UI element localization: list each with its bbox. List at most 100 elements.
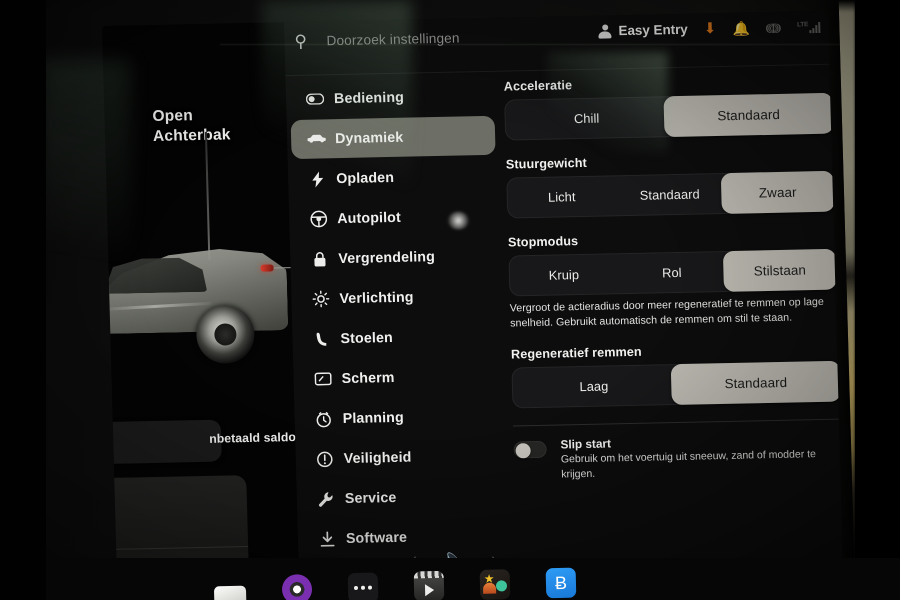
network-label: LTE	[796, 20, 809, 28]
sun-icon	[307, 290, 333, 308]
shape-orange	[482, 582, 497, 594]
setting-slip-start: Slip start Gebruik om het voertuig uit s…	[513, 432, 840, 483]
car-wheel	[195, 304, 256, 365]
stopping-mode-option-kruip[interactable]: Kruip	[509, 254, 618, 295]
steering-title: Stuurgewicht	[505, 155, 588, 172]
network-status: LTE	[796, 20, 821, 33]
display-icon	[309, 372, 335, 386]
regen-braking-option-laag[interactable]: Laag	[512, 365, 675, 407]
sidebar-item-service[interactable]: Service	[300, 476, 505, 519]
gallery-app-icon[interactable]: ★	[479, 569, 511, 600]
settings-sheet: ⚲ Doorzoek instellingen Easy Entry ⬇ 🔔 ↈ…	[283, 10, 845, 600]
photo-left-black-edge	[0, 0, 46, 600]
sidebar-item-label: Opladen	[335, 169, 395, 187]
sidebar-item-bediening[interactable]: Bediening	[290, 76, 495, 119]
sidebar-item-label: Verlichting	[339, 289, 414, 307]
open-trunk-line2: Achterbak	[152, 126, 231, 146]
steering-segmented-control[interactable]: Licht Standaard Zwaar	[506, 170, 835, 219]
sidebar-item-vergrendeling[interactable]: Vergrendeling	[294, 236, 499, 279]
download-icon[interactable]: ⬇	[704, 20, 717, 37]
card-app-icon[interactable]	[213, 585, 247, 600]
steering-option-standaard[interactable]: Standaard	[615, 174, 724, 215]
unpaid-balance-label: nbetaald saldo	[209, 430, 297, 446]
screen-reflection-line	[220, 44, 840, 45]
profile-button[interactable]: Easy Entry	[598, 22, 688, 39]
settings-sidebar: Bediening Dynamiek Opladen Autopilot Vergren…	[286, 76, 512, 600]
profile-name: Easy Entry	[618, 21, 688, 39]
sidebar-item-label: Veiligheid	[343, 449, 412, 467]
bluetooth-app-icon[interactable]: Ƀ	[545, 567, 577, 599]
stopping-mode-description: Vergroot de actieradius door meer regene…	[509, 295, 825, 330]
acceleration-option-chill[interactable]: Chill	[505, 97, 668, 139]
slip-start-text: Slip start Gebruik om het voertuig uit s…	[560, 432, 840, 482]
stopping-mode-segmented-control[interactable]: Kruip Rol Stilstaan	[508, 248, 837, 297]
steering-option-zwaar[interactable]: Zwaar	[720, 170, 835, 214]
car-visualization-panel: Open Achterbak ⚡ nbetaald saldo Ⅳ ⚲	[102, 22, 319, 600]
slip-start-toggle[interactable]	[513, 440, 547, 459]
app-dock: ★ Ƀ	[0, 558, 900, 600]
media-app-icon[interactable]	[413, 570, 445, 600]
slip-start-description: Gebruik om het voertuig uit sneeuw, zand…	[560, 448, 817, 481]
sidebar-item-veiligheid[interactable]: Veiligheid	[299, 436, 504, 479]
setting-acceleration: Acceleratie Chill Standaard	[503, 73, 834, 141]
sidebar-item-planning[interactable]: Planning	[298, 396, 503, 439]
acceleration-segmented-control[interactable]: Chill Standaard	[504, 92, 834, 141]
setting-regen-braking: Regeneratief remmen Laag Standaard	[510, 341, 842, 409]
setting-steering: Stuurgewicht Licht Standaard Zwaar	[505, 151, 835, 219]
more-app-icon[interactable]	[347, 572, 379, 600]
acceleration-option-standaard[interactable]: Standaard	[663, 92, 834, 138]
photo-right-black-edge	[855, 0, 900, 600]
bluetooth-glyph: Ƀ	[554, 572, 568, 594]
car-render	[102, 228, 299, 365]
regen-braking-segmented-control[interactable]: Laag Standaard	[511, 360, 842, 409]
sidebar-item-dynamiek[interactable]: Dynamiek	[290, 115, 496, 160]
lock-icon	[306, 251, 332, 268]
unpaid-balance-pill[interactable]	[102, 419, 222, 465]
sidebar-item-label: Scherm	[341, 369, 395, 387]
seat-icon	[308, 331, 334, 348]
search-input[interactable]: Doorzoek instellingen	[326, 31, 460, 49]
wrench-icon	[313, 491, 339, 508]
purple-app-icon[interactable]	[281, 574, 313, 600]
search-icon[interactable]: ⚲	[294, 32, 315, 52]
sidebar-item-label: Stoelen	[340, 329, 394, 347]
alert-icon	[312, 451, 338, 468]
photo-of-car-touchscreen: Open Achterbak ⚡ nbetaald saldo Ⅳ ⚲	[0, 0, 900, 600]
open-trunk-line1: Open	[152, 107, 194, 125]
regen-braking-title: Regeneratief remmen	[510, 344, 642, 362]
touchscreen: Open Achterbak ⚡ nbetaald saldo Ⅳ ⚲	[102, 10, 845, 600]
stopping-mode-title: Stopmodus	[507, 234, 579, 250]
sidebar-item-label: Bediening	[333, 89, 405, 107]
bluetooth-icon[interactable]: ↈ	[766, 19, 782, 35]
settings-content: Acceleratie Chill Standaard Stuurgewicht…	[503, 73, 842, 483]
status-icons-group: Easy Entry ⬇ 🔔 ↈ LTE	[598, 19, 821, 39]
sidebar-item-label: Service	[344, 489, 397, 507]
sidebar-item-label: Dynamiek	[334, 129, 404, 147]
shape-green	[495, 580, 508, 592]
acceleration-title: Acceleratie	[503, 78, 573, 94]
dock-items: ★ Ƀ	[213, 567, 577, 600]
toggle-knob	[515, 443, 531, 459]
regen-braking-option-standaard[interactable]: Standaard	[670, 360, 842, 406]
clock-icon	[310, 411, 336, 428]
sidebar-item-label: Autopilot	[337, 209, 402, 227]
steering-option-licht[interactable]: Licht	[507, 176, 616, 217]
taillight	[260, 264, 274, 272]
car-icon	[303, 133, 329, 145]
sidebar-item-stoelen[interactable]: Stoelen	[296, 316, 501, 359]
sidebar-item-label: Vergrendeling	[338, 248, 436, 267]
bolt-icon	[304, 170, 330, 188]
steering-wheel-icon	[305, 210, 331, 228]
sidebar-item-scherm[interactable]: Scherm	[297, 356, 502, 399]
setting-stopping-mode: Stopmodus Kruip Rol Stilstaan Vergroot d…	[508, 229, 837, 331]
person-icon	[598, 24, 611, 38]
signal-bars-icon	[809, 21, 821, 33]
sidebar-item-verlichting[interactable]: Verlichting	[295, 276, 500, 319]
stopping-mode-option-stilstaan[interactable]: Stilstaan	[722, 248, 837, 292]
toggle-icon	[302, 93, 328, 105]
sidebar-item-label: Planning	[342, 409, 405, 427]
stopping-mode-option-rol[interactable]: Rol	[617, 252, 726, 293]
open-trunk-label[interactable]: Open Achterbak	[152, 105, 231, 148]
sidebar-item-opladen[interactable]: Opladen	[292, 156, 497, 199]
bell-icon[interactable]: 🔔	[732, 20, 750, 36]
